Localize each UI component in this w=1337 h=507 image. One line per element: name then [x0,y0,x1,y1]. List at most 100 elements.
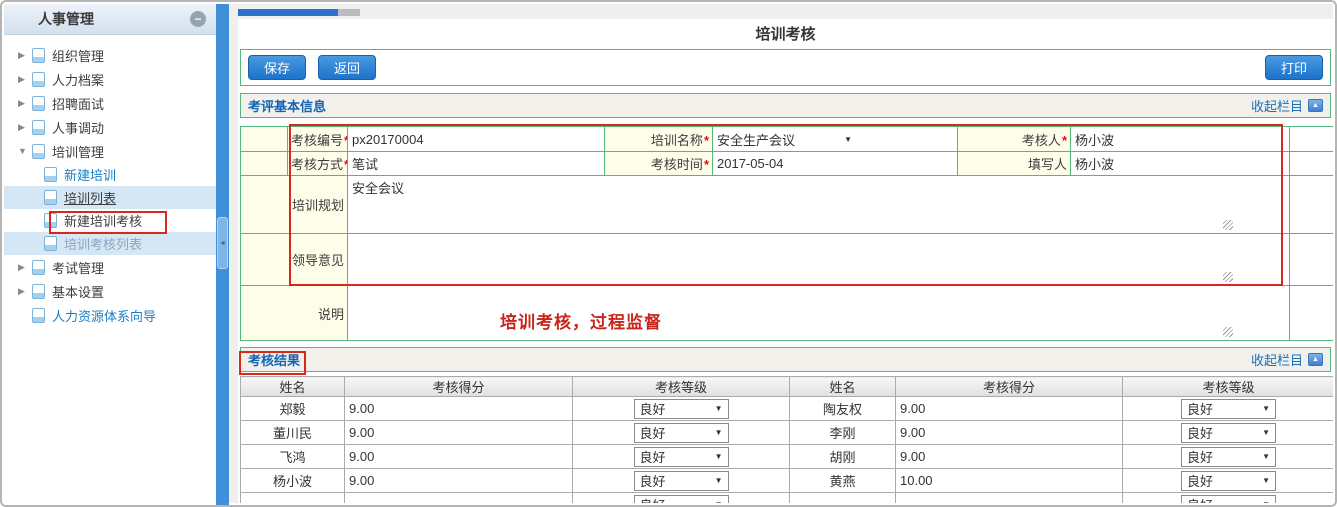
form-spacer-cell [1289,285,1333,341]
chevron-down-icon: ▼ [714,452,723,461]
name-cell: 飞鸿 [240,444,345,469]
grade-select[interactable]: 良好▼ [1181,446,1276,467]
form-row-1: 考核编号* px20170004 培训名称* 安全生产会议 ▼ 考核人* 杨小波 [240,126,1333,152]
score-cell[interactable] [344,492,573,503]
resize-handle-icon[interactable] [1223,272,1233,282]
sidebar-item-hr-archive[interactable]: ▶ 人力档案 [4,67,216,91]
sidebar-item-training-list[interactable]: 培训列表 [4,186,216,209]
toolbar: 保存 返回 打印 [240,49,1331,86]
chevron-right-icon[interactable]: ▶ [18,98,32,109]
score-cell[interactable]: 9.00 [344,444,573,469]
grade-select[interactable]: 良好▼ [633,422,729,443]
grade-cell: 良好▼ [572,444,790,469]
sidebar-item-new-training-assessment[interactable]: 新建培训考核 [4,209,216,232]
training-name-label: 培训名称* [604,126,713,152]
back-button[interactable]: 返回 [318,55,377,80]
section-header-basic-info: 考评基本信息 收起栏目 ▲ [240,93,1331,118]
print-button[interactable]: 打印 [1264,55,1323,80]
filler-field[interactable]: 杨小波 [1070,151,1290,176]
sidebar-item-personnel-transfer[interactable]: ▶ 人事调动 [4,115,216,139]
sidebar-splitter[interactable]: ◄ [216,4,229,505]
chevron-right-icon[interactable]: ▶ [18,262,32,273]
sidebar-item-hr-system-wizard[interactable]: 人力资源体系向导 [4,303,216,327]
chevron-down-icon: ▼ [1262,452,1270,461]
sidebar-header: 人事管理 − [4,4,216,35]
form-row-leader-opinion: 领导意见 [240,233,1333,286]
col-header-grade: 考核等级 [572,376,790,397]
sidebar-item-recruit-interview[interactable]: ▶ 招聘面试 [4,91,216,115]
table-row: 杨小波 9.00 良好 ▼ 黄燕 10.00 良好 ▼ [240,468,1333,493]
chevron-down-icon: ▼ [844,134,852,144]
score-cell[interactable]: 9.00 [895,444,1123,469]
grade-cell: 良好▼ [572,492,790,503]
score-cell[interactable]: 9.00 [344,396,573,421]
document-icon [32,119,45,135]
sidebar-item-training-assessment-list[interactable]: 培训考核列表 [4,232,216,255]
grade-select[interactable]: 良好▼ [633,446,729,467]
grade-select[interactable]: 良好▼ [633,470,729,491]
collapse-up-icon: ▲ [1308,353,1323,366]
form-spacer-cell [1289,126,1333,152]
score-cell[interactable] [895,492,1123,503]
grade-cell: 良好▼ [1122,492,1333,503]
chevron-right-icon[interactable]: ▶ [18,74,32,85]
grade-select[interactable]: 良好▼ [1181,398,1276,419]
form-gutter-cell [240,151,288,176]
grade-cell: 良好▼ [1122,396,1333,421]
note-textarea[interactable] [347,285,1290,341]
exam-date-field[interactable]: 2017-05-04 [712,151,958,176]
chevron-down-icon: ▼ [1262,428,1270,437]
note-label: 说明 [240,285,348,341]
grade-select[interactable]: 良好▼ [1181,494,1276,503]
collapse-section-link[interactable]: 收起栏目 ▲ [1251,350,1323,369]
assessor-field[interactable]: 杨小波 [1070,126,1290,152]
grade-select[interactable]: 良好▼ [1181,470,1276,491]
chevron-right-icon[interactable]: ▶ [18,50,32,61]
results-table: 姓名 考核得分 考核等级 姓名 考核得分 考核等级 郑毅 9.00 良好 ▼ 陶友… [240,376,1333,503]
grade-select[interactable]: 良好▼ [1181,422,1276,443]
resize-handle-icon[interactable] [1223,220,1233,230]
grade-select[interactable]: 良好▼ [633,398,729,419]
score-cell[interactable]: 9.00 [895,420,1123,445]
leader-opinion-textarea[interactable] [347,233,1290,286]
score-cell[interactable]: 9.00 [344,468,573,493]
score-cell[interactable]: 9.00 [344,420,573,445]
score-cell[interactable]: 9.00 [895,396,1123,421]
section-title-basic-info: 考评基本信息 [248,99,327,114]
resize-handle-icon[interactable] [1223,327,1233,337]
save-button[interactable]: 保存 [248,55,307,80]
document-icon [32,143,45,159]
table-row: 董川民 9.00 良好 ▼ 李刚 9.00 良好 ▼ [240,420,1333,445]
chevron-right-icon[interactable]: ▶ [18,122,32,133]
splitter-collapse-handle[interactable]: ◄ [217,217,228,269]
collapse-sidebar-icon[interactable]: − [190,11,206,27]
sidebar-item-new-training[interactable]: 新建培训 [4,163,216,186]
col-header-score: 考核得分 [344,376,573,397]
grade-select[interactable]: 良好▼ [633,494,729,503]
main-area: 培训考核 保存 返回 打印 考评基本信息 收起栏目 ▲ 考核编号 px20170… [229,4,1333,503]
grade-cell: 良好▼ [572,468,790,493]
training-plan-label: 培训规划 [240,175,348,234]
collapse-section-link[interactable]: 收起栏目 ▲ [1251,96,1323,115]
training-plan-textarea[interactable]: 安全会议 [347,175,1290,234]
training-name-select[interactable]: 安全生产会议 ▼ [717,130,892,149]
col-header-score: 考核得分 [895,376,1123,397]
sidebar-item-org-mgmt[interactable]: ▶ 组织管理 [4,43,216,67]
required-mark: * [703,157,709,172]
name-cell: 郑毅 [240,396,345,421]
sidebar: 人事管理 − ▶ 组织管理 ▶ 人力档案 ▶ 招聘面试 ▶ 人事调动 ▼ 培训管… [4,4,216,505]
chevron-right-icon[interactable]: ▶ [18,286,32,297]
assessor-label: 考核人* [957,126,1071,152]
section-title-results: 考核结果 [248,353,301,368]
sidebar-item-training-mgmt[interactable]: ▼ 培训管理 [4,139,216,163]
score-cell[interactable]: 10.00 [895,468,1123,493]
sidebar-item-exam-mgmt[interactable]: ▶ 考试管理 [4,255,216,279]
chevron-down-icon: ▼ [714,476,723,485]
chevron-down-icon[interactable]: ▼ [18,146,32,156]
sidebar-item-basic-settings[interactable]: ▶ 基本设置 [4,279,216,303]
form-spacer-cell [1289,175,1333,234]
content-panel: 培训考核 保存 返回 打印 考评基本信息 收起栏目 ▲ 考核编号 px20170… [238,19,1333,503]
exam-method-field[interactable]: 笔试 [347,151,605,176]
exam-code-field[interactable]: px20170004 [347,126,605,152]
col-header-name: 姓名 [240,376,345,397]
